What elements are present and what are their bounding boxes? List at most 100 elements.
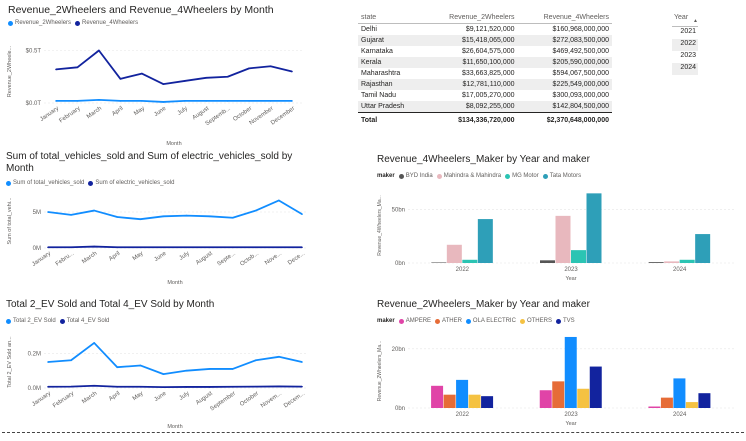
bar-mahindra-mahindra bbox=[555, 215, 571, 263]
sort-arrow-icon[interactable]: ▲ bbox=[693, 18, 698, 24]
legend-label: TVS bbox=[562, 318, 575, 324]
bar-mg-motor bbox=[462, 259, 478, 263]
data-point bbox=[208, 386, 211, 388]
table-row[interactable]: Tamil Nadu $17,005,270,000 $300,093,000,00… bbox=[358, 90, 612, 101]
legend-item-tvs[interactable]: TVS bbox=[555, 318, 575, 324]
year-slicer-item[interactable]: 2022 bbox=[672, 39, 698, 51]
table-row[interactable]: Kerala $11,650,100,000 $205,590,000,000 bbox=[358, 57, 612, 68]
y-tick-label: $0.5T bbox=[26, 49, 42, 55]
column-header-revenue-4wheelers[interactable]: Revenue_4Wheelers bbox=[517, 12, 612, 24]
data-point bbox=[162, 215, 165, 218]
table-row[interactable]: Uttar Pradesh $8,092,255,000 $142,804,500,… bbox=[358, 101, 612, 113]
cell-revenue-4w: $205,590,000,000 bbox=[517, 57, 612, 68]
legend-dot-icon bbox=[519, 318, 525, 324]
legend-dot-icon bbox=[8, 20, 13, 26]
data-point bbox=[93, 384, 95, 387]
table-total-row: Total $134,336,720,000 $2,370,648,000,000 bbox=[358, 112, 612, 126]
data-point bbox=[47, 211, 49, 213]
legend-label: OLA ELECTRIC bbox=[472, 318, 516, 324]
x-tick-label: January bbox=[39, 106, 60, 123]
legend-item-revenue-2wheelers[interactable]: Revenue_2Wheelers bbox=[8, 20, 71, 26]
revenue-2w-maker-title: Revenue_2Wheelers_Maker by Year and make… bbox=[377, 299, 590, 310]
table-row[interactable]: Delhi $9,121,520,000 $160,968,000,000 bbox=[358, 24, 612, 36]
x-tick-label: March bbox=[86, 106, 103, 120]
legend-item-tata-motors[interactable]: Tata Motors bbox=[542, 173, 582, 179]
table-row[interactable]: Maharashtra $33,663,825,000 $594,067,500,0… bbox=[358, 68, 612, 79]
revenue-by-month-legend: Revenue_2Wheelers Revenue_4Wheelers bbox=[8, 20, 138, 26]
data-point bbox=[93, 342, 95, 344]
revenue-2w-maker-chart[interactable]: 20bn 0bn Revenue_2Wheelers_Ma... 2022 2023 20… bbox=[370, 328, 746, 432]
legend-label: BYD India bbox=[405, 173, 433, 179]
revenue-by-month-chart[interactable]: $0.5T $0.0T Revenue_2Wheele... JanuaryFebru… bbox=[0, 30, 350, 150]
page-bottom-border bbox=[2, 432, 744, 433]
revenue-4w-maker-title: Revenue_4Wheelers_Maker by Year and make… bbox=[377, 154, 590, 165]
ev-sold-legend: Total 2_EV Sold Total 4_EV Sold bbox=[6, 318, 109, 324]
x-tick-label: December bbox=[270, 106, 296, 127]
bar-tata-motors bbox=[695, 234, 711, 263]
year-slicer[interactable]: Year ▲ 2021 2022 2023 2024 bbox=[672, 12, 698, 75]
legend-dot-icon bbox=[75, 20, 81, 26]
legend-item-total-2ev[interactable]: Total 2_EV Sold bbox=[6, 318, 56, 324]
legend-item-electric-vehicles[interactable]: Sum of electric_vehicles_sold bbox=[88, 180, 174, 186]
data-point bbox=[139, 246, 142, 249]
data-point bbox=[162, 101, 165, 103]
ev-sold-chart[interactable]: 0.2M 0.0M Total 2_EV Sold an... January Febr… bbox=[0, 328, 350, 432]
y-axis-label: Revenue_2Wheele... bbox=[7, 45, 13, 97]
data-point bbox=[231, 368, 234, 370]
legend-item-others[interactable]: OTHERS bbox=[519, 318, 552, 324]
legend-item-mahindra[interactable]: Mahindra & Mahindra bbox=[436, 173, 501, 179]
x-tick-label: Septe... bbox=[216, 251, 237, 268]
table-row[interactable]: Gujarat $15,418,065,000 $272,083,500,000 bbox=[358, 35, 612, 46]
cell-revenue-2w: $11,650,100,000 bbox=[423, 57, 518, 68]
data-point bbox=[269, 65, 272, 68]
table-row[interactable]: Karnataka $26,604,575,000 $469,492,500,000 bbox=[358, 46, 612, 57]
data-point bbox=[208, 246, 211, 249]
legend-item-revenue-4wheelers[interactable]: Revenue_4Wheelers bbox=[75, 20, 138, 26]
x-tick-label: October bbox=[239, 391, 260, 408]
column-header-revenue-2wheelers[interactable]: Revenue_2Wheelers bbox=[423, 12, 518, 24]
x-axis-label: Year bbox=[565, 421, 576, 427]
state-revenue-table[interactable]: state Revenue_2Wheelers Revenue_4Wheeler… bbox=[358, 12, 612, 126]
cell-revenue-4w: $272,083,500,000 bbox=[517, 35, 612, 46]
data-point bbox=[301, 361, 303, 363]
legend-item-mg-motor[interactable]: MG Motor bbox=[505, 173, 539, 179]
bar-byd-india bbox=[648, 262, 664, 263]
legend-item-total-4ev[interactable]: Total 4_EV Sold bbox=[59, 318, 109, 324]
data-point bbox=[55, 100, 57, 102]
year-slicer-header[interactable]: Year ▲ bbox=[672, 12, 698, 27]
table-row[interactable]: Rajasthan $12,781,110,000 $225,549,000,000 bbox=[358, 79, 612, 90]
bar-byd-india bbox=[431, 262, 447, 263]
legend-item-ather[interactable]: ATHER bbox=[435, 318, 462, 324]
bar-byd-india bbox=[540, 260, 555, 263]
vehicles-sold-legend: Sum of total_vehicles_sold Sum of electr… bbox=[6, 180, 174, 186]
y-axis-label: Revenue_2Wheelers_Ma... bbox=[377, 341, 383, 402]
x-tick-label: March bbox=[81, 251, 98, 265]
vehicles-sold-chart[interactable]: 5M 0M Sum of total_vehi... January Febru... M… bbox=[0, 190, 350, 295]
legend-dot-icon bbox=[398, 318, 404, 324]
x-tick-label: Octob... bbox=[239, 251, 260, 268]
legend-item-ampere[interactable]: AMPERE bbox=[398, 318, 431, 324]
bar-tvs bbox=[589, 366, 602, 408]
legend-label: Revenue_2Wheelers bbox=[15, 20, 72, 26]
year-slicer-item[interactable]: 2024 bbox=[672, 63, 698, 75]
data-point bbox=[231, 246, 234, 249]
legend-label: Tata Motors bbox=[549, 173, 582, 179]
legend-item-total-vehicles[interactable]: Sum of total_vehicles_sold bbox=[6, 180, 84, 186]
year-slicer-item[interactable]: 2023 bbox=[672, 51, 698, 63]
legend-label: MG Motor bbox=[512, 173, 539, 179]
data-point bbox=[76, 66, 79, 69]
bar-ampere bbox=[648, 406, 661, 408]
year-slicer-item[interactable]: 2021 bbox=[672, 27, 698, 39]
legend-item-ola-electric[interactable]: OLA ELECTRIC bbox=[465, 318, 516, 324]
legend-item-byd-india[interactable]: BYD India bbox=[398, 173, 433, 179]
legend-label: ATHER bbox=[442, 318, 462, 324]
data-point bbox=[278, 246, 280, 249]
cell-state: Delhi bbox=[361, 26, 377, 33]
revenue-4w-maker-chart[interactable]: 50bn 0bn Revenue_4Wheelers_Ma... 2022 2023 20… bbox=[370, 182, 746, 292]
x-tick-label: Novem... bbox=[260, 391, 283, 410]
x-tick-label: 2022 bbox=[456, 267, 470, 273]
data-point bbox=[205, 77, 207, 79]
column-header-state[interactable]: state bbox=[358, 12, 424, 24]
legend-title: maker bbox=[377, 173, 395, 179]
cell-revenue-4w: $225,549,000,000 bbox=[517, 79, 612, 90]
